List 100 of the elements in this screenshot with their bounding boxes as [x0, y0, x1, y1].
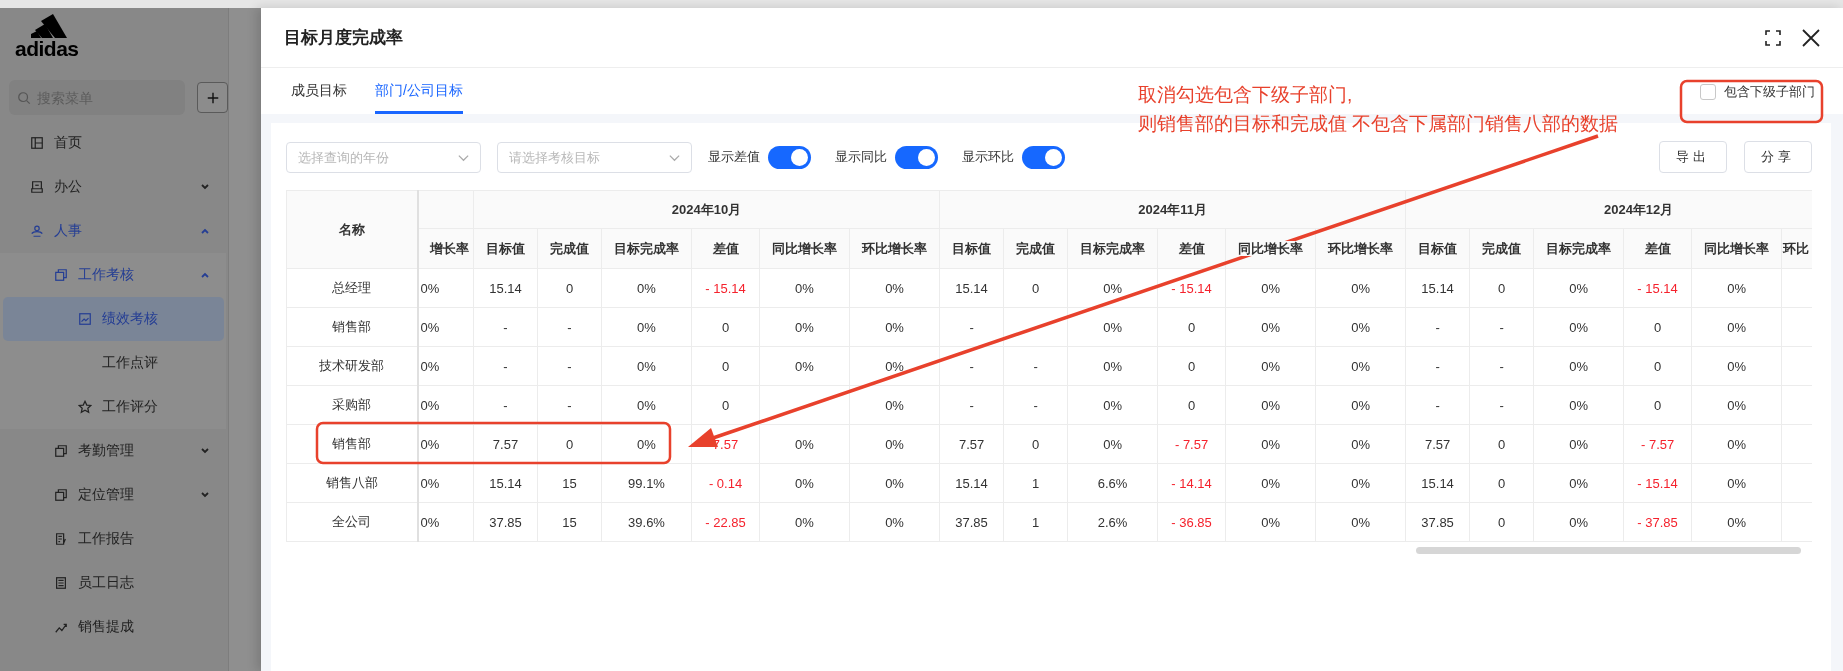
- table-cell: - 0.14: [691, 463, 760, 503]
- table-cell: 1: [1003, 502, 1068, 542]
- table-cell: - 15.14: [1623, 268, 1692, 308]
- menu-item[interactable]: 工作评分: [3, 385, 224, 429]
- table-cell: 0%: [849, 268, 940, 308]
- column-header: 2024年12月: [1405, 190, 1812, 229]
- table-cell: 0%: [849, 385, 940, 425]
- drawer-title: 目标月度完成率: [284, 27, 404, 49]
- table-cell: 0: [1157, 307, 1226, 347]
- menu-item[interactable]: 员工日志: [3, 561, 226, 605]
- column-header: 名称: [286, 190, 418, 269]
- checkbox-label[interactable]: 包含下级子部门: [1724, 83, 1815, 101]
- table-cell: 0%: [849, 307, 940, 347]
- column-header: 完成值: [1003, 228, 1068, 269]
- tab[interactable]: 成员目标: [291, 82, 347, 114]
- table-cell: - 14.14: [1157, 463, 1226, 503]
- table-cell: 0%: [1067, 424, 1158, 464]
- table-cell: -: [1405, 385, 1470, 425]
- table-cell: -: [1003, 385, 1068, 425]
- menu-item[interactable]: 首页: [3, 121, 226, 165]
- checkbox[interactable]: [1700, 84, 1716, 100]
- menu-item[interactable]: 绩效考核: [3, 297, 224, 341]
- document-icon: [54, 532, 68, 546]
- toggle-switch[interactable]: [1022, 145, 1065, 169]
- table-cell: 0%: [1691, 307, 1782, 347]
- table-cell: 0%: [1067, 268, 1158, 308]
- table-cell: -: [473, 307, 538, 347]
- table-cell: 0%: [417, 346, 474, 386]
- copy-icon: [54, 488, 68, 502]
- table-cell: 0%: [601, 385, 692, 425]
- table-cell: 全公司: [286, 502, 418, 542]
- table-cell: 0%: [1225, 307, 1316, 347]
- toggle-label: 显示同比: [835, 148, 887, 166]
- table-cell: -: [537, 346, 602, 386]
- column-header: 增长率: [417, 228, 474, 269]
- table-cell: 0: [1623, 307, 1692, 347]
- table-cell: 0%: [759, 463, 850, 503]
- table-cell: 0%: [759, 268, 850, 308]
- table-cell: 15.14: [473, 463, 538, 503]
- table-cell: 37.85: [473, 502, 538, 542]
- menu-item[interactable]: 办公: [3, 165, 226, 209]
- table-cell: 0%: [759, 502, 850, 542]
- table-cell: -: [1405, 346, 1470, 386]
- table-cell: 0%: [759, 346, 850, 386]
- select-field[interactable]: 请选择考核目标: [497, 141, 692, 173]
- annotation-text: 则销售部的目标和完成值 不包含下属部门销售八部的数据: [1138, 112, 1619, 136]
- search-icon: [17, 91, 31, 105]
- table-cell: 0%: [417, 502, 474, 542]
- table-cell: 15.14: [1405, 268, 1470, 308]
- table-cell: 0%: [759, 424, 850, 464]
- table-cell: 0: [1157, 346, 1226, 386]
- table-cell: 0%: [1225, 385, 1316, 425]
- table-cell: 0%: [417, 268, 474, 308]
- table-cell: 0%: [1691, 424, 1782, 464]
- table-cell: 0%: [1315, 268, 1406, 308]
- table-cell: 0: [691, 346, 760, 386]
- toggle-switch[interactable]: [895, 145, 938, 169]
- menu-item[interactable]: 工作点评: [3, 341, 224, 385]
- menu-item[interactable]: 销售提成: [3, 605, 226, 649]
- annotation-text: 取消勾选包含下级子部门,: [1138, 83, 1354, 107]
- table-cell: 0%: [1691, 502, 1782, 542]
- toggle-switch[interactable]: [768, 145, 811, 169]
- table-cell: 0%: [1315, 502, 1406, 542]
- table-cell: 0%: [1315, 424, 1406, 464]
- menu-item[interactable]: 考勤管理: [3, 429, 226, 473]
- column-header: 同比增长率: [759, 228, 850, 269]
- star-icon: [78, 400, 92, 414]
- menu-item[interactable]: 工作考核: [3, 253, 224, 297]
- table-cell: 15.14: [939, 268, 1004, 308]
- table-cell: 0%: [1225, 424, 1316, 464]
- logo-text: adidas: [15, 38, 79, 60]
- table-cell: 0%: [1067, 307, 1158, 347]
- table-cell: 0%: [849, 346, 940, 386]
- table-cell: -: [537, 307, 602, 347]
- column-header: 2024年11月: [939, 190, 1406, 229]
- table-cell: 15.14: [939, 463, 1004, 503]
- table-cell: 15.14: [1405, 463, 1470, 503]
- menu-item[interactable]: 人事: [3, 209, 226, 253]
- action-button[interactable]: 分享: [1744, 141, 1812, 173]
- table-cell: - 37.85: [1623, 502, 1692, 542]
- menu-item[interactable]: 定位管理: [3, 473, 226, 517]
- select-field[interactable]: 选择查询的年份: [286, 141, 481, 173]
- table-cell: -: [1003, 346, 1068, 386]
- add-button[interactable]: [197, 82, 228, 113]
- scrollbar-thumb[interactable]: [1416, 547, 1801, 554]
- table-cell: 采购部: [286, 385, 418, 425]
- close-icon[interactable]: [1801, 27, 1821, 48]
- toggle-label: 显示环比: [962, 148, 1014, 166]
- column-header: 差值: [1157, 228, 1226, 269]
- table-cell: 0%: [1691, 463, 1782, 503]
- table-cell: 0%: [1533, 463, 1624, 503]
- table-cell: 0: [1623, 385, 1692, 425]
- table-cell: 0: [1623, 346, 1692, 386]
- menu-item[interactable]: 工作报告: [3, 517, 226, 561]
- column-header: 差值: [1623, 228, 1692, 269]
- toggle-label: 显示差值: [708, 148, 760, 166]
- column-header: 差值: [691, 228, 760, 269]
- table-cell: 0%: [1533, 385, 1624, 425]
- fullscreen-icon[interactable]: [1765, 29, 1781, 46]
- action-button[interactable]: 导出: [1659, 141, 1727, 173]
